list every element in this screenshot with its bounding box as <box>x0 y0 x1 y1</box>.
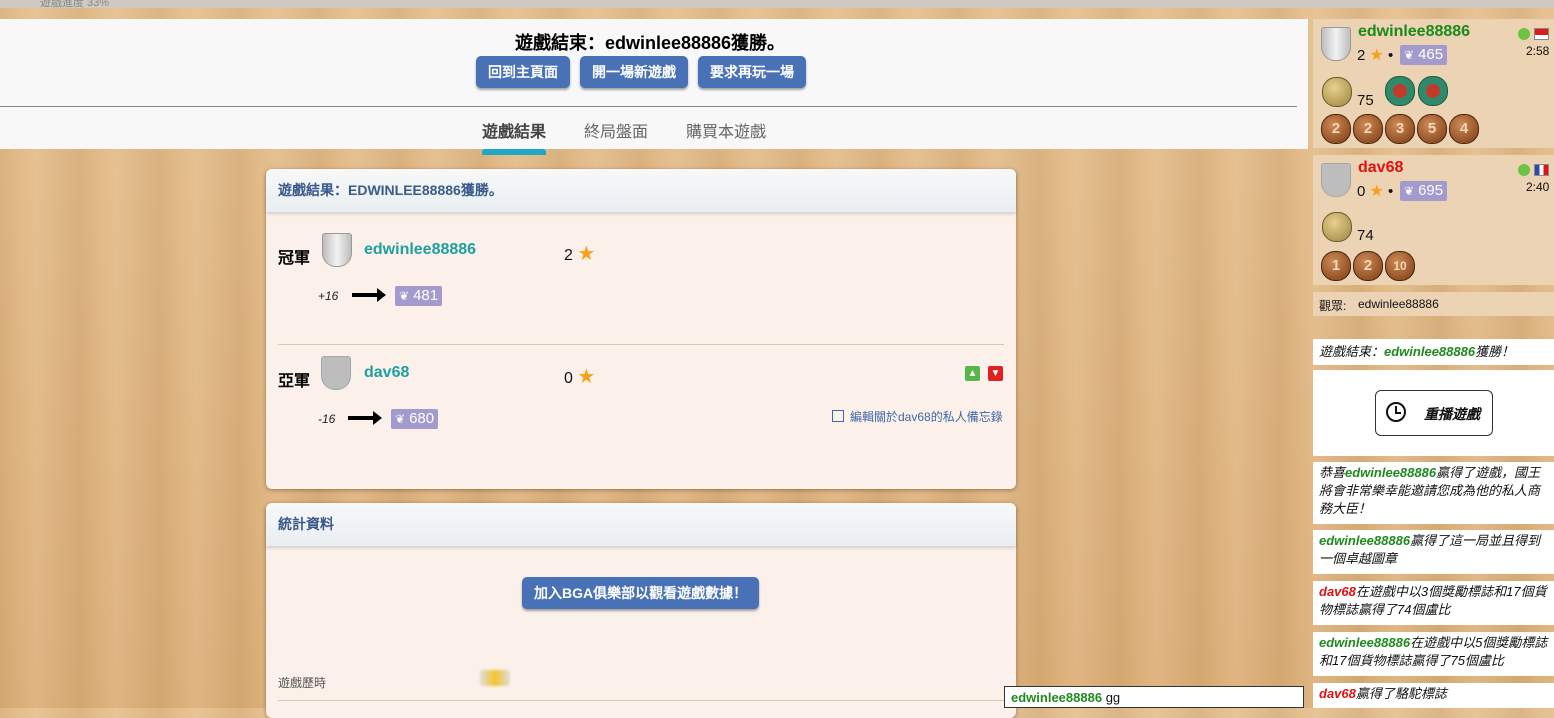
flag-icon <box>1534 164 1549 176</box>
replay-game-button[interactable]: 重播遊戲 <box>1375 390 1493 436</box>
observers-label: 觀眾: <box>1319 299 1347 313</box>
end-game-title: 遊戲結束：edwinlee88886獲勝。 <box>514 33 786 53</box>
shield-icon <box>1321 27 1351 61</box>
elo-delta: +16 <box>318 289 339 303</box>
tab-final-board[interactable]: 終局盤面 <box>584 118 648 142</box>
rupee-count: 75 <box>1357 92 1374 109</box>
bonus-token: 2 <box>1353 114 1383 144</box>
laurel-icon: ❦ <box>1404 184 1415 198</box>
online-status-icon <box>1518 164 1530 176</box>
end-game-buttons: 回到主頁面 開一場新遊戲 要求再玩一場 <box>476 56 806 88</box>
bonus-token: 2 <box>1321 114 1351 144</box>
runnerup-score: 0 ★ <box>564 366 596 388</box>
observers-bar: 觀眾: edwinlee88886 <box>1313 292 1554 316</box>
edit-private-note-link[interactable]: 編輯關於dav68的私人備忘錄 <box>832 408 1003 425</box>
player-name[interactable]: dav68 <box>1358 159 1403 177</box>
arrow-right-icon <box>348 411 382 425</box>
log-entry: dav68在遊戲中以3個獎勵標誌和17個貨物標誌贏得了74個盧比 <box>1313 581 1554 625</box>
join-club-button[interactable]: 加入BGA俱樂部以觀看遊戲數據！ <box>522 577 760 609</box>
player-panel: edwinlee88886 2:58 2 ★ • ❦ 465 75 2 2 3 5… <box>1313 19 1554 148</box>
log-entry: edwinlee88886贏得了這一局並且得到一個卓越圖章 <box>1313 530 1554 574</box>
stat-label-duration: 遊戲歷時 <box>278 676 327 690</box>
rupee-coin-icon <box>1322 212 1352 242</box>
result-tabs: 遊戲結果 終局盤面 購買本遊戲 <box>482 118 766 155</box>
results-box: 遊戲結果：EDWINLEE88886獲勝。 冠軍 edwinlee88886 2… <box>266 169 1016 489</box>
player-stars: 0 ★ • <box>1357 183 1394 200</box>
blurred-stat-value <box>480 670 510 686</box>
laurel-icon: ❦ <box>395 412 406 426</box>
tab-buy-game[interactable]: 購買本遊戲 <box>686 118 766 142</box>
divider <box>0 106 1297 107</box>
clock-icon <box>1386 402 1406 422</box>
elo-badge: ❦ 481 <box>395 286 443 306</box>
elo-badge: ❦ 695 <box>1400 181 1448 201</box>
camel-token-icon <box>1418 76 1448 106</box>
laurel-icon: ❦ <box>1404 48 1415 62</box>
game-progress-text: 遊戲進度 33% <box>40 0 110 9</box>
bonus-token: 5 <box>1417 114 1447 144</box>
rank-label: 冠軍 <box>278 250 311 267</box>
bonus-token: 1 <box>1321 251 1351 281</box>
row-divider <box>278 344 1004 345</box>
edit-icon <box>832 410 844 422</box>
stats-box-title: 統計資料 <box>266 503 1016 546</box>
star-icon: ★ <box>577 243 596 265</box>
log-entry: dav68贏得了駱駝標誌 <box>1313 683 1554 708</box>
bonus-token: 4 <box>1449 114 1479 144</box>
bonus-token: 3 <box>1385 114 1415 144</box>
back-to-main-button[interactable]: 回到主頁面 <box>476 56 570 88</box>
rematch-button[interactable]: 要求再玩一場 <box>698 56 806 88</box>
rank-label: 亞軍 <box>278 373 311 390</box>
player-panel: dav68 2:40 0 ★ • ❦ 695 74 1 2 10 <box>1313 155 1554 285</box>
new-game-button[interactable]: 開一場新遊戲 <box>580 56 688 88</box>
player-stars: 2 ★ • <box>1357 47 1394 64</box>
flag-icon <box>1534 28 1549 40</box>
arrow-right-icon <box>352 288 386 302</box>
star-icon: ★ <box>577 366 596 388</box>
log-entry: 遊戲結束：edwinlee88886獲勝！ <box>1313 339 1554 365</box>
row-divider <box>278 700 1004 701</box>
log-entry: edwinlee88886在遊戲中以5個獎勵標誌和17個貨物標誌贏得了75個盧比 <box>1313 632 1554 676</box>
stats-box: 統計資料 加入BGA俱樂部以觀看遊戲數據！ 遊戲歷時 <box>266 503 1016 718</box>
top-strip <box>0 0 1554 8</box>
results-box-title: 遊戲結果：EDWINLEE88886獲勝。 <box>266 169 1016 212</box>
rupee-count: 74 <box>1357 227 1374 244</box>
elo-badge: ❦ 465 <box>1400 45 1448 65</box>
chat-author: edwinlee88886 <box>1011 690 1103 705</box>
tab-results[interactable]: 遊戲結果 <box>482 118 547 155</box>
player-clock: 2:58 <box>1526 44 1550 58</box>
elo-badge: ❦ 680 <box>391 409 439 429</box>
laurel-icon: ❦ <box>399 289 410 303</box>
log-entry: 恭喜edwinlee88886贏得了遊戲，國王將會非常樂幸能邀請您成為他的私人商… <box>1313 462 1554 524</box>
star-icon: ★ <box>1369 47 1384 64</box>
replay-area: 重播遊戲 <box>1313 370 1554 456</box>
shield-icon <box>1321 163 1351 197</box>
bonus-token: 2 <box>1353 251 1383 281</box>
player-name-runnerup[interactable]: dav68 <box>364 364 409 382</box>
bonus-token: 10 <box>1385 251 1415 281</box>
rupee-coin-icon <box>1322 77 1352 107</box>
winner-score: 2 ★ <box>564 243 596 265</box>
online-status-icon <box>1518 28 1530 40</box>
shield-icon <box>322 233 352 267</box>
player-clock: 2:40 <box>1526 180 1550 194</box>
camel-token-icon <box>1385 76 1415 106</box>
player-name-winner[interactable]: edwinlee88886 <box>364 241 476 259</box>
elo-delta: -16 <box>318 412 336 426</box>
star-icon: ★ <box>1369 183 1384 200</box>
end-game-panel: 遊戲結束：edwinlee88886獲勝。 回到主頁面 開一場新遊戲 要求再玩一… <box>0 19 1308 155</box>
player-name[interactable]: edwinlee88886 <box>1358 23 1470 41</box>
replay-label: 重播遊戲 <box>1424 406 1480 422</box>
shield-icon <box>321 356 351 390</box>
observer-name[interactable]: edwinlee88886 <box>1358 297 1439 311</box>
chat-bubble[interactable]: edwinlee88886 gg <box>1004 686 1304 708</box>
thumbs-up-icon[interactable]: ▲ <box>965 366 980 381</box>
chat-text: gg <box>1105 690 1121 705</box>
thumbs-down-icon[interactable]: ▼ <box>988 366 1003 381</box>
